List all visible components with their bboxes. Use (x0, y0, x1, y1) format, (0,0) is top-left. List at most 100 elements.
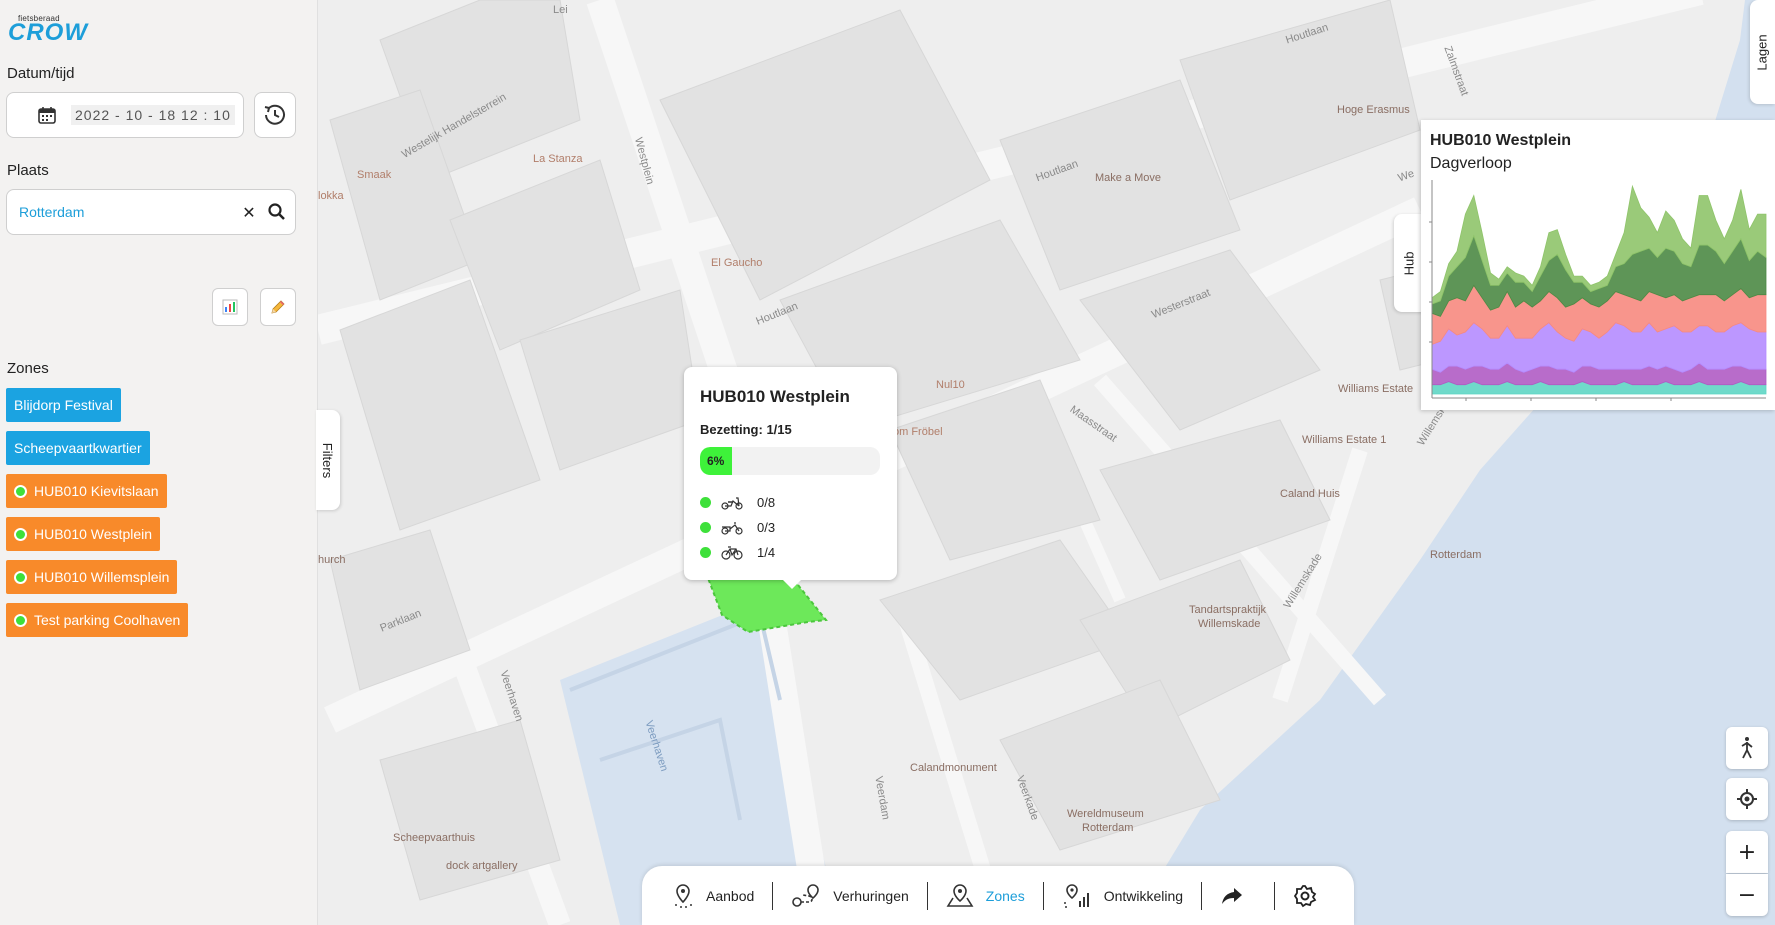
map-label-poi: El Gaucho (711, 257, 763, 269)
place-label: Plaats (7, 162, 49, 179)
map-label-poi: Hoge Erasmus (1337, 104, 1410, 116)
status-dot-icon (14, 484, 27, 498)
place-search: ✕ (6, 189, 296, 235)
nav-divider (1201, 881, 1203, 910)
status-dot-icon (700, 497, 711, 508)
nav-ontwikkeling[interactable]: Ontwikkeling (1062, 883, 1183, 909)
logo-text: CROW (8, 19, 88, 46)
popup-title: HUB010 Westplein (700, 387, 850, 406)
scooter-icon (721, 496, 743, 510)
nav-label: Zones (985, 887, 1025, 904)
hub-tab-label: Hub (1401, 251, 1417, 275)
nav-zones[interactable]: Zones (946, 883, 1025, 909)
nav-label: Ontwikkeling (1103, 887, 1184, 904)
zone-item[interactable]: HUB010 Westplein (6, 517, 161, 551)
map-label-poi: om Fröbel (893, 426, 943, 438)
nav-label: Verhuringen (833, 887, 909, 904)
map-label-poi: lokka (318, 190, 344, 202)
map-label-poi: Nul10 (936, 379, 965, 391)
zones-label: Zones (7, 360, 49, 377)
zone-label: HUB010 Kievitslaan (34, 483, 159, 499)
gear-icon (1294, 884, 1317, 907)
share-icon (1222, 887, 1243, 904)
occupancy-percent: 6% (707, 454, 725, 468)
map-label-poi: Rotterdam (1082, 822, 1134, 834)
zoom-in-button[interactable]: + (1726, 831, 1768, 873)
zone-label: HUB010 Willemsplein (34, 569, 170, 585)
bottom-navigation: Aanbod Verhuringen Zones Ontwikkeling (642, 866, 1354, 925)
occupancy-fill: 6% (700, 447, 733, 475)
search-icon[interactable] (267, 202, 287, 222)
locate-button[interactable] (1726, 778, 1768, 820)
vehicle-count: 0/8 (757, 495, 776, 510)
hub-tab[interactable]: Hub (1394, 214, 1424, 312)
chart-button[interactable] (212, 288, 248, 326)
popup-occupancy: Bezetting: 1/15 (700, 422, 792, 437)
place-input[interactable] (19, 204, 229, 220)
occupancy-bar: 6% (700, 447, 880, 475)
street-view-button[interactable] (1726, 727, 1768, 769)
layers-tab[interactable]: Lagen (1750, 0, 1775, 104)
date-value: 2022 - 10 - 18 12 : 10 (71, 105, 235, 125)
filters-tab[interactable]: Filters (316, 410, 340, 510)
clock-history-icon (264, 104, 285, 125)
nav-verhuringen[interactable]: Verhuringen (791, 883, 909, 909)
status-dot-icon (14, 570, 27, 584)
layers-tab-label: Lagen (1755, 33, 1770, 71)
zoom-out-button[interactable]: − (1726, 874, 1768, 916)
nav-divider (1042, 881, 1044, 910)
status-dot-icon (700, 522, 711, 533)
growth-icon (1063, 883, 1089, 908)
zone-label: HUB010 Westplein (34, 526, 153, 542)
minus-icon: − (1737, 882, 1757, 908)
calendar-icon (38, 107, 56, 124)
map-label-poi: Caland Huis (1280, 488, 1340, 500)
datetime-input[interactable]: 2022 - 10 - 18 12 : 10 (6, 92, 244, 138)
map-label-poi: Make a Move (1095, 172, 1162, 184)
map-label-poi: Willemskade (1198, 618, 1261, 630)
status-dot-icon (700, 547, 711, 558)
pencil-icon (271, 300, 285, 314)
map-label-lei: Lei (553, 4, 568, 16)
zone-popup: HUB010 Westplein Bezetting: 1/15 6% 0/8 … (684, 367, 897, 589)
vehicle-count: 1/4 (757, 545, 776, 560)
edit-button[interactable] (260, 288, 296, 326)
vehicle-row: 0/8 (700, 495, 775, 510)
zone-item[interactable]: HUB010 Kievitslaan (6, 474, 167, 508)
plus-icon: + (1737, 839, 1757, 865)
bicycle-icon (721, 545, 743, 560)
locate-icon (1737, 789, 1757, 809)
zone-item[interactable]: Blijdorp Festival (6, 388, 121, 422)
vehicle-row: 0/3 (700, 520, 775, 535)
vehicle-row: 1/4 (700, 545, 775, 560)
zone-label: Scheepvaartkwartier (14, 440, 142, 456)
filters-tab-label: Filters (320, 442, 336, 478)
map-label-poi: Wereldmuseum (1067, 808, 1144, 820)
share-button[interactable] (1220, 885, 1256, 907)
nav-label: Aanbod (706, 887, 755, 904)
map-label-poi: Tandartspraktijk (1189, 604, 1267, 616)
vehicle-count: 0/3 (757, 520, 776, 535)
zone-label: Test parking Coolhaven (34, 612, 181, 628)
sidebar: fietsberaad CROW Datum/tijd 2022 - 10 - … (0, 0, 318, 925)
clear-icon[interactable]: ✕ (239, 203, 259, 222)
map-label-poi: hurch (318, 554, 346, 566)
zone-item[interactable]: HUB010 Willemsplein (6, 560, 178, 594)
area-chart (1429, 180, 1767, 401)
map-label-poi: Williams Estate (1338, 383, 1414, 395)
nav-divider (926, 881, 928, 910)
nav-divider (772, 881, 774, 910)
zone-pin-icon (946, 883, 974, 907)
zone-item[interactable]: Test parking Coolhaven (6, 603, 189, 637)
zone-label: Blijdorp Festival (14, 397, 113, 413)
map-label-poi: Williams Estate 1 (1302, 434, 1387, 446)
nav-aanbod[interactable]: Aanbod (672, 883, 754, 909)
settings-button[interactable] (1293, 884, 1329, 908)
map-label-poi: dock artgallery (446, 860, 518, 872)
history-button[interactable] (254, 92, 296, 138)
route-icon (792, 883, 820, 907)
map-label-poi: Rotterdam (1430, 549, 1482, 561)
zone-item[interactable]: Scheepvaartkwartier (6, 431, 150, 465)
datetime-label: Datum/tijd (7, 65, 75, 82)
cargo-bike-icon (721, 521, 743, 535)
